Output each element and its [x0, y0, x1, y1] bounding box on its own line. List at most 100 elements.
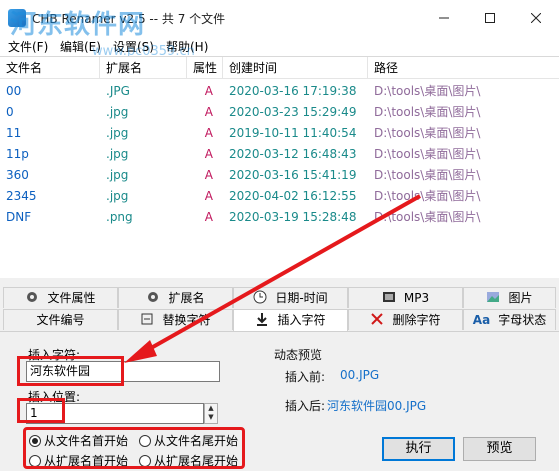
- column-header-ext[interactable]: 扩展名: [100, 57, 187, 79]
- insert-panel: 插入字符: 河东软件园 插入位置: 1 ▲ ▼ 从文件名首开始 从文件名尾开始 …: [0, 331, 559, 471]
- position-spinner[interactable]: ▲ ▼: [204, 403, 218, 424]
- tab-label: 文件属性: [47, 291, 96, 305]
- tab-delete-chars[interactable]: 删除字符: [348, 309, 463, 330]
- tab-insert-chars[interactable]: 插入字符: [233, 309, 348, 331]
- file-list[interactable]: 文件名 扩展名 属性 创建时间 路径 00 .JPG A 2020-03-16 17:…: [0, 56, 559, 278]
- tab-file-attributes[interactable]: 文件属性: [3, 287, 118, 308]
- file-cell-name: 0: [6, 105, 14, 119]
- file-cell-path: D:\tools\桌面\图片\: [374, 126, 481, 140]
- file-cell-name: DNF: [6, 210, 32, 224]
- file-cell-attr: A: [204, 126, 213, 140]
- tab-date-time[interactable]: 日期-时间: [233, 287, 348, 308]
- file-cell-path: D:\tools\桌面\图片\: [374, 84, 481, 98]
- highlight-box-text: [17, 356, 124, 386]
- tab-label: 文件编号: [36, 313, 85, 327]
- tab-row-1: 文件属性 扩展名 日期-时间 MP3 图片: [0, 287, 559, 308]
- tab-replace-chars[interactable]: 替换字符: [118, 309, 233, 330]
- file-cell-name: 11: [6, 126, 22, 140]
- column-header-path[interactable]: 路径: [368, 57, 559, 79]
- tab-file-number[interactable]: 文件编号: [3, 309, 118, 330]
- file-row[interactable]: DNF .png A 2020-03-19 15:28:48 D:\tools\桌面\图…: [0, 207, 559, 228]
- preview-after-label: 插入后:: [285, 399, 326, 413]
- file-cell-ext: .jpg: [106, 168, 129, 182]
- maximize-button[interactable]: [467, 0, 513, 36]
- preview-after-value: 河东软件园00.JPG: [327, 399, 427, 413]
- minimize-icon: [439, 17, 449, 19]
- tab-label: 删除字符: [392, 313, 441, 327]
- file-cell-ext: .jpg: [106, 147, 129, 161]
- tab-row-2: 文件编号 替换字符 插入字符 删除字符 Aa 字母状态: [0, 309, 559, 331]
- file-cell-name: 11p: [6, 147, 29, 161]
- highlight-box-options: [23, 427, 245, 469]
- spin-down-icon[interactable]: ▼: [205, 413, 217, 422]
- file-list-header: 文件名 扩展名 属性 创建时间 路径: [0, 57, 559, 79]
- file-cell-attr: A: [204, 210, 213, 224]
- highlight-box-position: [17, 398, 65, 423]
- file-row[interactable]: 0 .jpg A 2020-03-23 15:29:49 D:\tools\桌面\图片\: [0, 102, 559, 123]
- menu-bar: 文件(F) 编辑(E) 设置(S) 帮助(H): [0, 36, 559, 56]
- tab-extension[interactable]: 扩展名: [118, 287, 233, 308]
- file-row[interactable]: 360 .jpg A 2020-03-16 15:41:19 D:\tools\桌面\图…: [0, 165, 559, 186]
- tab-mp3[interactable]: MP3: [348, 287, 463, 308]
- file-cell-attr: A: [204, 147, 213, 161]
- tab-label: MP3: [403, 291, 430, 305]
- tab-label: 图片: [508, 291, 533, 305]
- file-cell-path: D:\tools\桌面\图片\: [374, 189, 481, 203]
- insert-icon: [257, 313, 268, 326]
- spin-up-icon[interactable]: ▲: [205, 404, 217, 413]
- file-cell-ext: .jpg: [106, 105, 129, 119]
- maximize-icon: [485, 13, 495, 23]
- letter-case-icon: Aa: [472, 313, 491, 327]
- file-cell-ext: .png: [106, 210, 133, 224]
- preview-title: 动态预览: [274, 348, 323, 362]
- menu-file[interactable]: 文件(F): [8, 38, 48, 55]
- file-cell-ext: .JPG: [106, 84, 130, 98]
- tab-letter-case[interactable]: Aa 字母状态: [463, 309, 556, 330]
- column-header-attr[interactable]: 属性: [187, 57, 223, 79]
- replace-icon: [141, 313, 153, 325]
- file-cell-time: 2020-03-16 17:19:38: [229, 84, 357, 98]
- file-cell-attr: A: [204, 105, 213, 119]
- file-cell-path: D:\tools\桌面\图片\: [374, 105, 481, 119]
- minimize-button[interactable]: [421, 0, 467, 36]
- file-cell-name: 2345: [6, 189, 37, 203]
- tab-image[interactable]: 图片: [463, 287, 556, 308]
- file-row[interactable]: 11p .jpg A 2020-03-12 16:48:43 D:\tools\桌面\图…: [0, 144, 559, 165]
- file-cell-time: 2020-03-12 16:48:43: [229, 147, 357, 161]
- close-button[interactable]: [513, 0, 559, 36]
- tab-label: 字母状态: [498, 313, 547, 327]
- tab-label: 插入字符: [277, 313, 326, 327]
- file-cell-name: 00: [6, 84, 22, 98]
- file-cell-time: 2019-10-11 11:40:54: [229, 126, 357, 140]
- file-cell-attr: A: [204, 168, 213, 182]
- gear-icon: [27, 292, 38, 302]
- file-cell-ext: .jpg: [106, 126, 129, 140]
- file-cell-time: 2020-03-23 15:29:49: [229, 105, 357, 119]
- file-row[interactable]: 11 .jpg A 2019-10-11 11:40:54 D:\tools\桌面\图片…: [0, 123, 559, 144]
- tab-label: 扩展名: [168, 291, 205, 305]
- file-row[interactable]: 2345 .jpg A 2020-04-02 16:12:55 D:\tools\桌面\…: [0, 186, 559, 207]
- file-cell-time: 2020-03-19 15:28:48: [229, 210, 357, 224]
- clock-icon: [253, 290, 267, 304]
- preview-before-label: 插入前:: [285, 370, 326, 384]
- preview-before-value: 00.JPG: [340, 368, 380, 382]
- tab-label: 日期-时间: [275, 291, 328, 305]
- gear-icon: [148, 292, 159, 302]
- music-icon: [382, 292, 395, 302]
- file-cell-time: 2020-03-16 15:41:19: [229, 168, 357, 182]
- column-header-name[interactable]: 文件名: [0, 57, 100, 79]
- tab-label: 替换字符: [162, 313, 211, 327]
- delete-icon: [371, 313, 384, 325]
- execute-button[interactable]: 执行: [382, 437, 455, 461]
- file-cell-attr: A: [204, 189, 213, 203]
- image-icon: [487, 292, 500, 302]
- preview-button[interactable]: 预览: [463, 437, 536, 461]
- file-row[interactable]: 00 .JPG A 2020-03-16 17:19:38 D:\tools\桌面\图片…: [0, 81, 559, 102]
- column-header-time[interactable]: 创建时间: [223, 57, 368, 79]
- file-cell-attr: A: [204, 84, 213, 98]
- file-cell-time: 2020-04-02 16:12:55: [229, 189, 357, 203]
- file-cell-name: 360: [6, 168, 29, 182]
- file-cell-ext: .jpg: [106, 189, 129, 203]
- file-cell-path: D:\tools\桌面\图片\: [374, 147, 481, 161]
- title-bar: CHB Renamer v2.5 -- 共 7 个文件 河东软件网: [0, 0, 559, 40]
